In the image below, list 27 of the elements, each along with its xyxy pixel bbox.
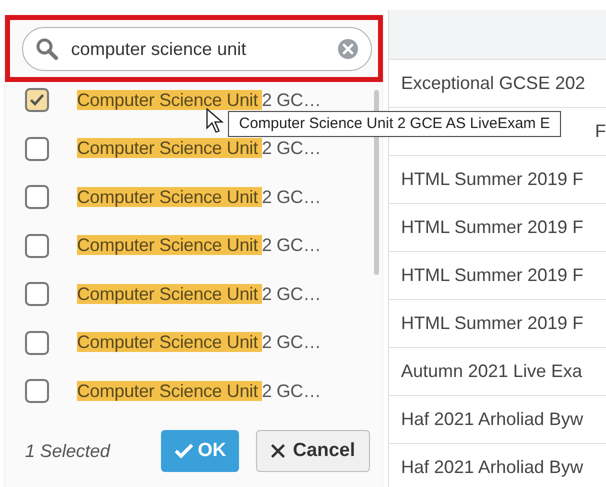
table-cell-text: Haf 2021 Arholiad Byw [401, 408, 584, 431]
search-icon [35, 37, 59, 61]
checkbox[interactable] [25, 379, 49, 404]
check-icon [30, 94, 44, 106]
table-cell-text: HTML Summer 2019 F [401, 264, 584, 287]
checkbox[interactable] [25, 185, 49, 210]
cancel-button[interactable]: Cancel [256, 430, 370, 472]
check-icon [174, 443, 194, 459]
checkbox[interactable] [25, 282, 49, 306]
checkbox[interactable] [25, 136, 49, 161]
table-cell-text: Haf 2021 Arholiad Byw [401, 456, 584, 479]
selected-count: 1 Selected [25, 440, 112, 462]
tooltip: Computer Science Unit 2 GCE AS LiveExam E [228, 111, 561, 137]
table-cell-text: Autumn 2021 Live Exa [401, 360, 582, 383]
search-input[interactable]: computer science unit [71, 36, 325, 62]
table-cell-text: HTML Summer 2019 F [401, 216, 584, 239]
clear-icon[interactable] [337, 38, 359, 60]
search-field[interactable]: computer science unit [22, 27, 372, 71]
checkbox[interactable] [25, 88, 49, 112]
table-cell-text: Exceptional GCSE 202 [401, 72, 586, 95]
checkbox[interactable] [25, 234, 49, 258]
close-icon [270, 444, 285, 458]
table-cell-text: F [595, 120, 606, 143]
table-cell-text: HTML Summer 2019 F [401, 168, 584, 191]
table-cell-text: HTML Summer 2019 F [401, 312, 584, 335]
mouse-pointer-icon [206, 108, 224, 134]
checkbox[interactable] [25, 330, 49, 355]
